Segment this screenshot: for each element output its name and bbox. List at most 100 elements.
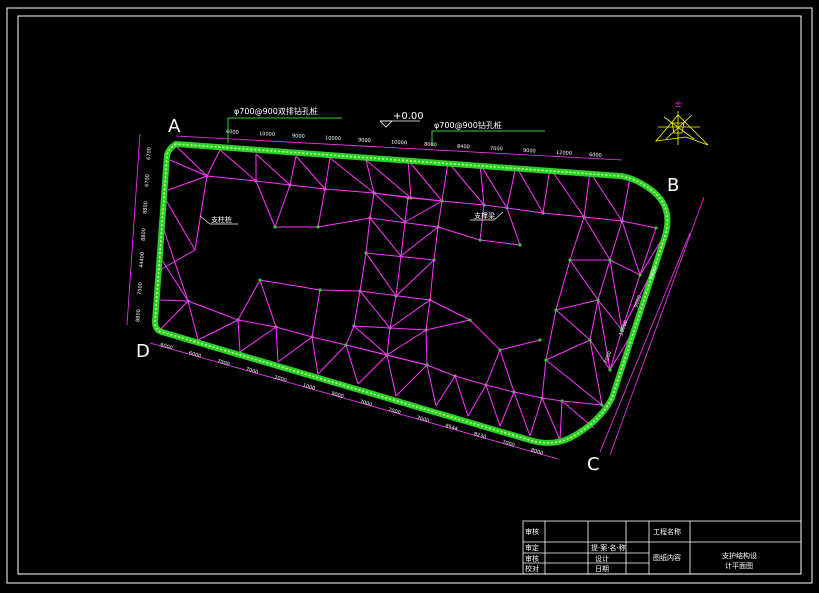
brace-line [407, 159, 443, 202]
brace-line [545, 339, 591, 361]
inner-frame [17, 15, 802, 575]
pile-note-right: φ700@900钻孔桩 [434, 120, 502, 130]
brace-node [588, 338, 592, 342]
tb-r1-c1: 审核 [525, 527, 539, 536]
right-dimension-text: 9000 [648, 267, 658, 281]
brace-line [583, 216, 611, 261]
brace-line [499, 339, 541, 351]
brace-line [386, 329, 427, 356]
brace-line [513, 391, 531, 437]
brace-line [329, 157, 375, 194]
brace-line [197, 319, 239, 341]
brace-line [485, 349, 501, 386]
brace-line [479, 204, 485, 241]
brace-line [295, 155, 326, 190]
brace-line [369, 217, 439, 228]
brace-line [483, 204, 508, 209]
top-dimension-text: 12000 [556, 150, 572, 157]
brace-line [499, 391, 515, 427]
brace-line [506, 207, 521, 246]
svg-text:±: ± [674, 99, 682, 110]
brace-line [289, 184, 326, 190]
brace-line [317, 344, 347, 375]
brace-line [311, 336, 347, 346]
bottom-dimension-text: 7000 [416, 415, 430, 424]
bottom-dimension-text: 7000 [501, 439, 515, 448]
top-dimension-text: 10000 [259, 131, 275, 138]
corner-label-d: D [136, 341, 150, 362]
brace-line [541, 397, 561, 441]
brace-label: 支撑梁 [474, 211, 495, 220]
pile-note-left: φ700@900双排钻孔桩 [234, 106, 318, 116]
brace-line [365, 252, 397, 297]
brace-line [400, 226, 439, 257]
brace-line [169, 159, 208, 177]
brace-node [554, 308, 558, 312]
top-dimension-text: 8000 [424, 142, 437, 149]
brace-line [311, 289, 321, 338]
brace-line [589, 171, 623, 222]
dimension-lines [126, 133, 705, 460]
brace-line [609, 220, 623, 261]
brace-line [206, 175, 257, 182]
top-dimension-text: 6000 [589, 152, 602, 159]
brace-line [621, 177, 631, 222]
brace-line [237, 319, 277, 328]
brace-line [555, 309, 591, 341]
left-dimension-text: 7000 [137, 282, 144, 295]
compass-icon: ± [655, 99, 709, 146]
brace-node [608, 258, 612, 262]
elevation-triangle [379, 120, 393, 128]
brace-line [359, 290, 391, 329]
brace-line [165, 199, 196, 251]
corner-label-c: C [587, 454, 600, 475]
tb-title-line1: 支护结构设 [722, 551, 757, 560]
brace-line [559, 400, 563, 441]
brace-line [506, 207, 544, 214]
brace-line [386, 327, 391, 356]
brace-line [345, 344, 359, 385]
corner-label-a: A [168, 116, 181, 137]
brace-line [159, 249, 196, 271]
brace-line [255, 180, 291, 186]
brace-line [433, 226, 439, 261]
brace-node [258, 278, 262, 282]
brace-line [175, 145, 208, 177]
brace-line [275, 326, 279, 363]
brace-line [407, 159, 412, 199]
brace-line [542, 212, 585, 218]
tb-title-line2: 计平面图 [725, 561, 753, 570]
tb-r2-c1: 审定 [525, 543, 539, 552]
left-dimension-text: 8800 [135, 309, 142, 322]
corner-label-b: B [667, 175, 679, 196]
bottom-dimension-text: 7000 [245, 366, 259, 375]
brace-line [589, 299, 599, 341]
brace-line [359, 252, 367, 292]
brace-line [569, 259, 599, 301]
cad-drawing: 6000 10000 9000 10000 9000 10000 8000 8400 7000 9… [6, 7, 813, 584]
brace-line [429, 299, 471, 321]
brace-line [542, 167, 551, 214]
brace-line [425, 319, 471, 331]
brace-line [479, 239, 521, 246]
brace-line [206, 149, 221, 177]
outer-frame [6, 7, 813, 584]
brace-node [518, 243, 522, 247]
brace-line [569, 216, 585, 261]
brace-line [275, 326, 313, 338]
brace-line [277, 336, 313, 363]
column-label: 支柱桩 [211, 215, 232, 224]
brace-line [395, 364, 428, 397]
brace-line [237, 319, 241, 353]
brace-line [400, 221, 406, 257]
brace-line [541, 359, 547, 399]
brace-line [609, 259, 623, 331]
brace-line [485, 384, 501, 427]
brace-line [159, 300, 189, 331]
tb-r4-c3: 日期 [595, 565, 609, 573]
brace-node [316, 225, 320, 229]
brace-line [395, 255, 402, 297]
tb-r4-c1: 校对 [525, 564, 539, 573]
bottom-dimension-text: 8230 [473, 431, 487, 440]
top-dimension-text: 8400 [457, 144, 470, 151]
